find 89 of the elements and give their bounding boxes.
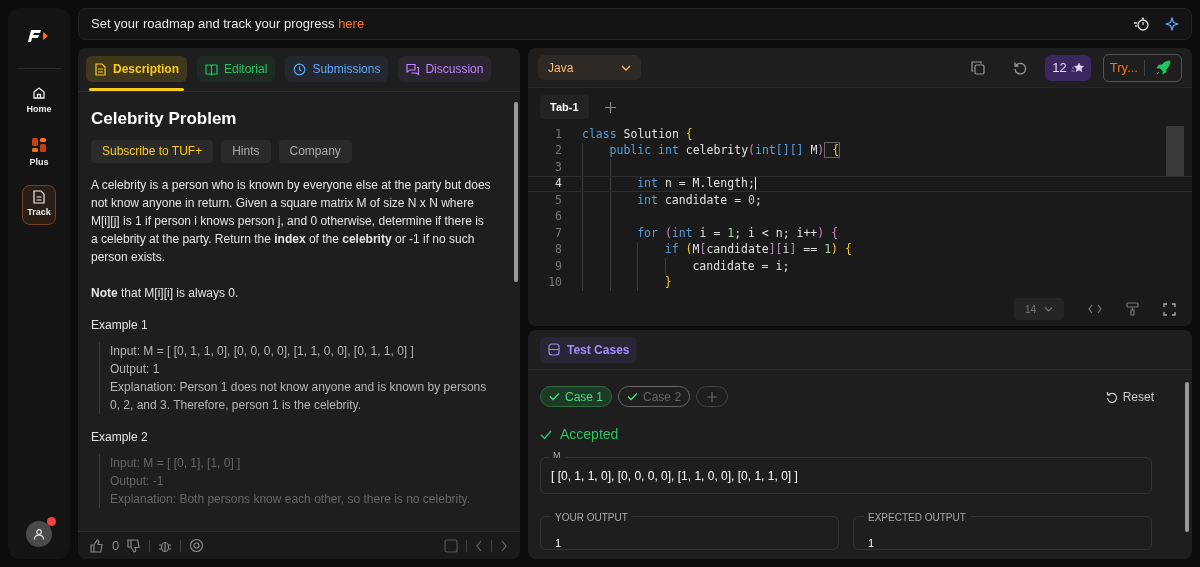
example-text: Input: M = [ [0, 1], [1, 0] ]: [110, 454, 242, 472]
star-icon: [1070, 61, 1084, 74]
chat-icon: [406, 62, 420, 76]
code-line: if (M[candidate][i] == 1) {: [664, 241, 852, 259]
code-line: class Solution {: [582, 125, 693, 143]
avatar[interactable]: [26, 521, 52, 547]
line-number: 5: [554, 191, 562, 209]
code-line: candidate = i;: [692, 257, 790, 275]
chevron-down-icon: [621, 64, 631, 71]
output-value: 1: [868, 537, 875, 549]
line-number: 4: [554, 175, 562, 193]
plus-icon: [707, 391, 718, 402]
example-text: Output: -1: [110, 472, 165, 490]
verdict-text: Accepted: [560, 425, 619, 444]
home-icon: [32, 85, 46, 100]
text-cursor: [754, 177, 756, 191]
rocket-icon[interactable]: [1155, 59, 1171, 76]
code-icon[interactable]: [1088, 304, 1102, 314]
sidebar-item[interactable]: Home: [19, 81, 59, 121]
add-tab-icon[interactable]: [604, 101, 616, 113]
scrollbar-thumb[interactable]: [514, 102, 518, 282]
reset-button[interactable]: Reset: [1105, 387, 1154, 406]
line-number: 10: [547, 274, 562, 292]
line-number: 7: [554, 224, 562, 242]
code-line: }: [664, 274, 672, 292]
banner-text: Set your roadmap and track your progress here: [91, 15, 365, 34]
checkbox-icon[interactable]: [444, 538, 458, 553]
logo-icon: [28, 28, 50, 44]
scrollbar-thumb[interactable]: [1185, 382, 1189, 532]
thumbs-down-icon[interactable]: [127, 538, 142, 553]
chip-button[interactable]: Hints: [221, 139, 271, 163]
example-text: Explanation: Both persons know each other, so there is no celebrity.: [110, 490, 471, 508]
thumbs-up-icon[interactable]: [90, 538, 104, 553]
sparkle-icon[interactable]: [1165, 17, 1179, 31]
line-number: 2: [554, 142, 562, 160]
stars-button[interactable]: 12: [1045, 54, 1091, 81]
code-line: for (int i = 1; i < n; i++) {: [637, 224, 839, 242]
check-icon: [627, 392, 639, 401]
copy-icon[interactable]: [971, 60, 986, 75]
previous-icon[interactable]: [475, 539, 483, 552]
tab[interactable]: Editorial: [197, 56, 276, 82]
check-icon: [549, 392, 560, 401]
banner-link[interactable]: here: [338, 16, 365, 32]
chevron-down-icon: [1044, 306, 1054, 312]
format-icon[interactable]: [1126, 302, 1139, 316]
minimap-thumb[interactable]: [1166, 126, 1184, 176]
example-text: Explanation: Person 1 does not know anyone and is known by persons 0, 2, and 3. Therefore, person 1 is the celebrity.: [110, 378, 488, 414]
blocks-icon: [31, 136, 47, 153]
input-value: [ [0, 1, 1, 0], [0, 0, 0, 0], [1, 1, 0, 0], [0, 1, 1, 0] ]: [551, 467, 798, 485]
timer-icon[interactable]: [1133, 17, 1149, 31]
problem-title: Celebrity Problem: [91, 108, 238, 130]
reset-icon: [1105, 390, 1118, 403]
document-icon: [94, 62, 107, 76]
line-number: 6: [554, 208, 562, 226]
description-text: A celebrity is a person who is known by everyone else at the party but does not know anyone in return. Given a square matrix M of size N x N where M[i][j] is 1 if person i knows person j, and 0 otherwise, determine if there is a celebrity at the party. Return the index of the celebrity or -1 if no such person exists.: [91, 176, 492, 266]
document-icon: [33, 190, 45, 205]
sidebar-item[interactable]: Plus: [19, 133, 59, 173]
chip-button[interactable]: Company: [278, 139, 352, 163]
example-text: Output: 1: [110, 360, 161, 378]
reset-icon[interactable]: [1013, 60, 1028, 75]
tab[interactable]: Description: [86, 56, 187, 82]
example-title: Example 2: [91, 428, 149, 446]
sidebar-item[interactable]: Track: [22, 185, 56, 225]
example-text: Input: M = [ [0, 1, 1, 0], [0, 0, 0, 0], [1, 1, 0, 0], [0, 1, 1, 0] ]: [110, 342, 415, 360]
user-icon: [33, 528, 45, 540]
book-icon: [205, 62, 218, 76]
test-cases-tab[interactable]: Test Cases: [540, 336, 638, 363]
line-number: 3: [554, 158, 562, 176]
code-line: int candidate = 0;: [637, 191, 762, 209]
case-tab[interactable]: Case 1: [540, 386, 613, 407]
code-line: int n = M.length;: [637, 175, 756, 193]
language-dropdown[interactable]: Java: [538, 55, 641, 80]
editor-tab[interactable]: Tab-1: [540, 95, 589, 119]
subscribe-button[interactable]: Subscribe to TUF+: [91, 139, 214, 163]
example-title: Example 1: [91, 316, 149, 334]
like-count: 0: [112, 536, 120, 555]
next-icon[interactable]: [500, 539, 508, 552]
code-line: public int celebrity(int[][] M) {: [609, 142, 841, 160]
description-text: Note that M[i][i] is always 0.: [91, 284, 240, 302]
line-number: 1: [554, 125, 562, 143]
tab[interactable]: Submissions: [285, 56, 389, 82]
clock-icon: [293, 62, 307, 76]
fullscreen-icon[interactable]: [1163, 302, 1176, 316]
database-icon: [548, 343, 560, 356]
output-value: 1: [555, 537, 562, 549]
check-icon: [540, 429, 552, 440]
line-number: 9: [554, 257, 562, 275]
line-number: 8: [554, 241, 562, 259]
tab[interactable]: Discussion: [398, 56, 492, 82]
